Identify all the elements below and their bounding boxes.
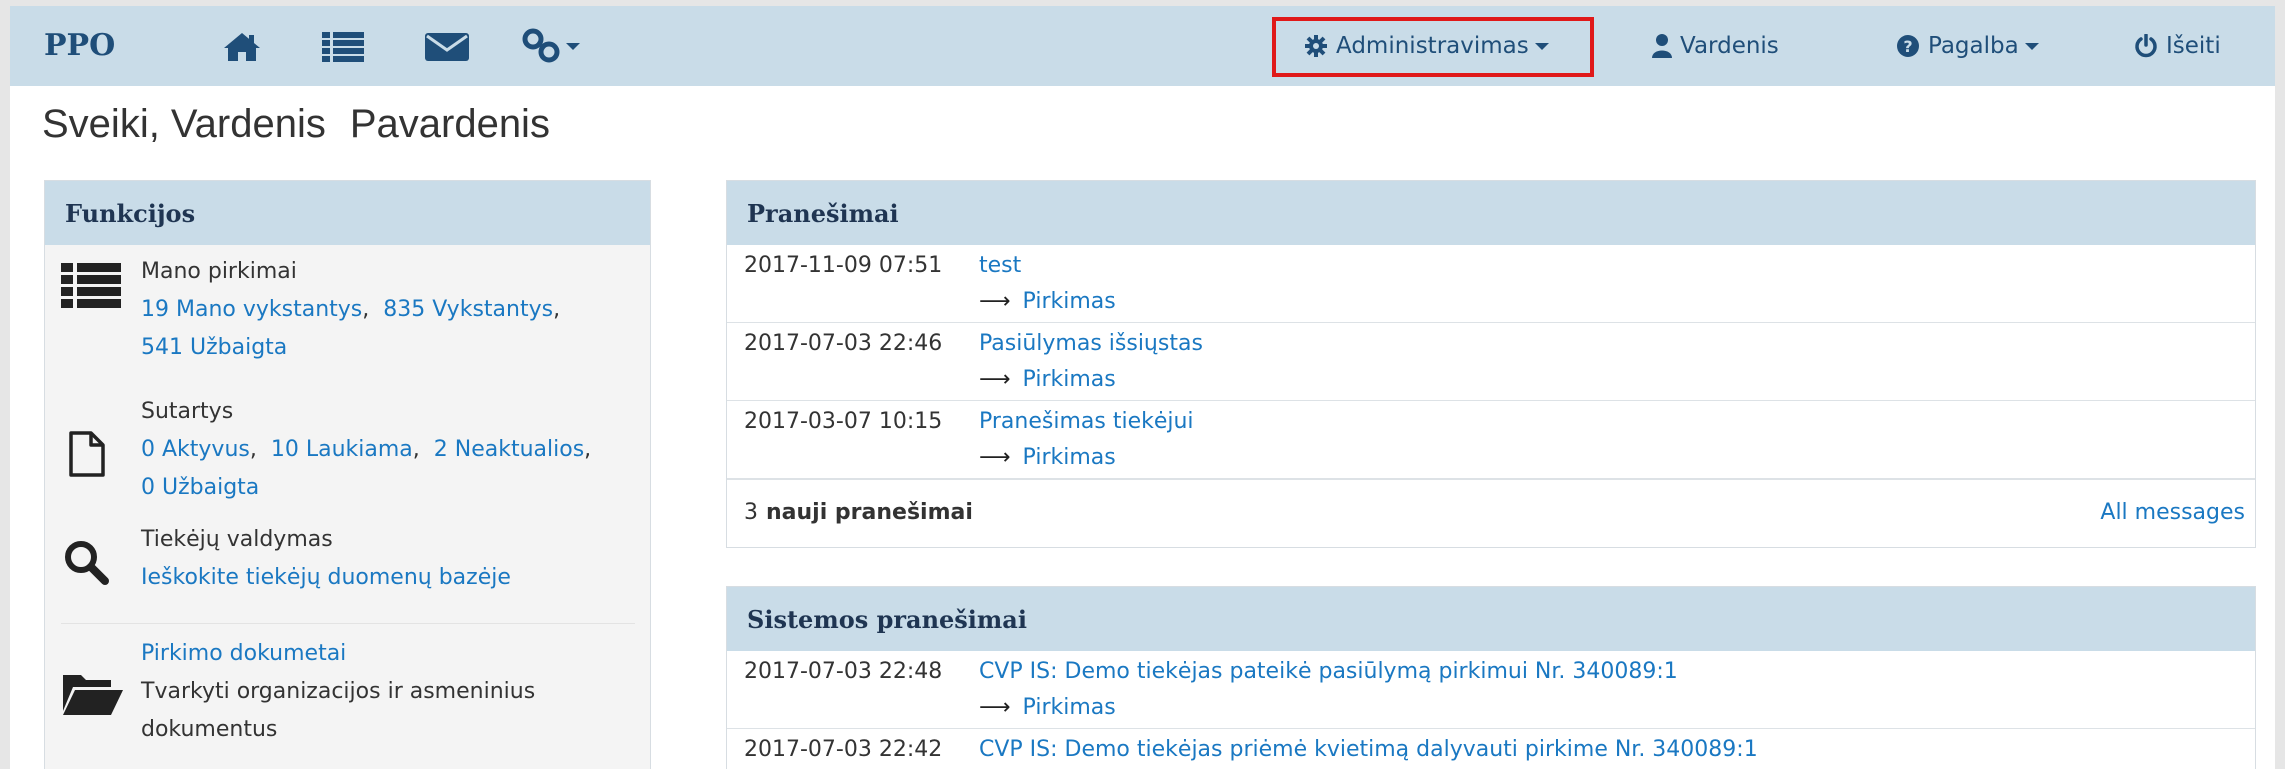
brand-logo[interactable]: PPO	[44, 28, 115, 63]
message-purchase-link[interactable]: Pirkimas	[1023, 289, 1116, 314]
system-message-purchase-link[interactable]: Pirkimas	[1023, 695, 1116, 720]
user-menu[interactable]: Vardenis	[1652, 20, 1792, 72]
link-icon[interactable]	[522, 28, 584, 64]
contracts-link-pending[interactable]: 10 Laukiama	[271, 437, 413, 462]
search-icon	[63, 539, 109, 589]
documents-desc-1: Tvarkyti organizacijos ir asmeninius	[141, 679, 536, 704]
page: PPO Administravimas Vardenis ? Pagalba I…	[10, 6, 2275, 769]
admin-menu-label: Administravimas	[1336, 33, 1529, 59]
contracts-title: Sutartys	[141, 399, 234, 424]
new-count-value: 3	[744, 500, 758, 525]
system-message-date: 2017-07-03 22:42	[744, 737, 943, 762]
folder-open-icon	[61, 671, 123, 721]
documents-desc-2: dokumentus	[141, 717, 278, 742]
messages-panel: Pranešimai 2017-11-09 07:51 test ⟶ Pirkim…	[726, 180, 2256, 548]
message-title-link[interactable]: test	[979, 253, 1021, 278]
suppliers-title: Tiekėjų valdymas	[141, 527, 333, 552]
system-message-row: 2017-07-03 22:48 CVP IS: Demo tiekėjas p…	[727, 651, 2255, 729]
documents-block: Pirkimo dokumetai Tvarkyti organizacijos…	[141, 635, 535, 749]
message-date: 2017-03-07 10:15	[744, 409, 943, 434]
functions-panel: Funkcijos Mano pirkimai 19 Mano vykstant…	[44, 180, 651, 769]
logout-label: Išeiti	[2166, 33, 2221, 59]
all-messages-link[interactable]: All messages	[2100, 500, 2245, 525]
system-message-row: 2017-07-03 22:42 CVP IS: Demo tiekėjas p…	[727, 729, 2255, 769]
greeting-first: Sveiki, Vardenis	[42, 102, 326, 146]
contracts-link-inactive[interactable]: 2 Neaktualios	[434, 437, 584, 462]
documents-link[interactable]: Pirkimo dokumetai	[141, 641, 346, 666]
question-circle-icon: ?	[1897, 35, 1919, 57]
contracts-block: Sutartys 0 Aktyvus, 10 Laukiama, 2 Neakt…	[141, 393, 591, 507]
suppliers-block: Tiekėjų valdymas Ieškokite tiekėjų duome…	[141, 521, 511, 597]
message-purchase-link[interactable]: Pirkimas	[1023, 367, 1116, 392]
top-navbar: PPO Administravimas Vardenis ? Pagalba I…	[10, 6, 2275, 86]
message-date: 2017-07-03 22:46	[744, 331, 943, 356]
gear-icon	[1305, 35, 1327, 57]
message-title-link[interactable]: Pasiūlymas išsiųstas	[979, 331, 1203, 356]
user-menu-label: Vardenis	[1680, 33, 1779, 59]
purchases-link-mine[interactable]: 19 Mano vykstantys	[141, 297, 362, 322]
message-date: 2017-11-09 07:51	[744, 253, 943, 278]
messages-heading: Pranešimai	[727, 181, 2255, 245]
purchases-link-ongoing[interactable]: 835 Vykstantys	[383, 297, 553, 322]
chevron-down-icon	[1534, 42, 1549, 50]
arrow-right-icon: ⟶	[979, 445, 1011, 470]
message-row: 2017-11-09 07:51 test ⟶ Pirkimas	[727, 245, 2255, 323]
home-icon[interactable]	[222, 31, 262, 63]
system-message-title-link[interactable]: CVP IS: Demo tiekėjas pateikė pasiūlymą …	[979, 659, 1678, 684]
user-icon	[1652, 34, 1672, 58]
list-icon[interactable]	[322, 31, 364, 63]
help-menu[interactable]: ? Pagalba	[1896, 20, 2039, 72]
greeting-last: Pavardenis	[349, 102, 550, 146]
system-message-date: 2017-07-03 22:48	[744, 659, 943, 684]
message-title-link[interactable]: Pranešimas tiekėjui	[979, 409, 1194, 434]
arrow-right-icon: ⟶	[979, 695, 1011, 720]
envelope-icon[interactable]	[424, 31, 470, 63]
file-icon	[69, 431, 105, 481]
purchases-block: Mano pirkimai 19 Mano vykstantys, 835 Vy…	[141, 253, 560, 367]
list-icon	[61, 263, 121, 313]
purchases-title: Mano pirkimai	[141, 259, 297, 284]
svg-text:?: ?	[1903, 37, 1912, 56]
new-messages-count: 3 nauji pranešimai	[744, 500, 973, 525]
contracts-link-active[interactable]: 0 Aktyvus	[141, 437, 250, 462]
message-purchase-link[interactable]: Pirkimas	[1023, 445, 1116, 470]
arrow-right-icon: ⟶	[979, 289, 1011, 314]
functions-heading: Funkcijos	[45, 181, 650, 245]
system-messages-heading: Sistemos pranešimai	[727, 587, 2255, 651]
system-messages-panel: Sistemos pranešimai 2017-07-03 22:48 CVP…	[726, 586, 2256, 769]
chevron-down-icon	[2024, 42, 2039, 50]
contracts-link-finished[interactable]: 0 Užbaigta	[141, 475, 259, 500]
arrow-right-icon: ⟶	[979, 367, 1011, 392]
message-row: 2017-07-03 22:46 Pasiūlymas išsiųstas ⟶ P…	[727, 323, 2255, 401]
suppliers-search-link[interactable]: Ieškokite tiekėjų duomenų bazėje	[141, 565, 511, 590]
messages-footer: 3 nauji pranešimai All messages	[727, 479, 2255, 547]
help-menu-label: Pagalba	[1928, 33, 2019, 59]
purchases-link-finished[interactable]: 541 Užbaigta	[141, 335, 287, 360]
new-count-label: nauji pranešimai	[766, 500, 973, 525]
message-row: 2017-03-07 10:15 Pranešimas tiekėjui ⟶ Pi…	[727, 401, 2255, 479]
page-title: Sveiki, Vardenis Pavardenis	[42, 102, 574, 147]
system-message-title-link[interactable]: CVP IS: Demo tiekėjas priėmė kvietimą da…	[979, 737, 1758, 762]
admin-menu[interactable]: Administravimas	[1304, 20, 1549, 72]
power-icon	[2135, 34, 2157, 58]
logout-button[interactable]: Išeiti	[2134, 20, 2221, 72]
divider	[61, 623, 635, 624]
